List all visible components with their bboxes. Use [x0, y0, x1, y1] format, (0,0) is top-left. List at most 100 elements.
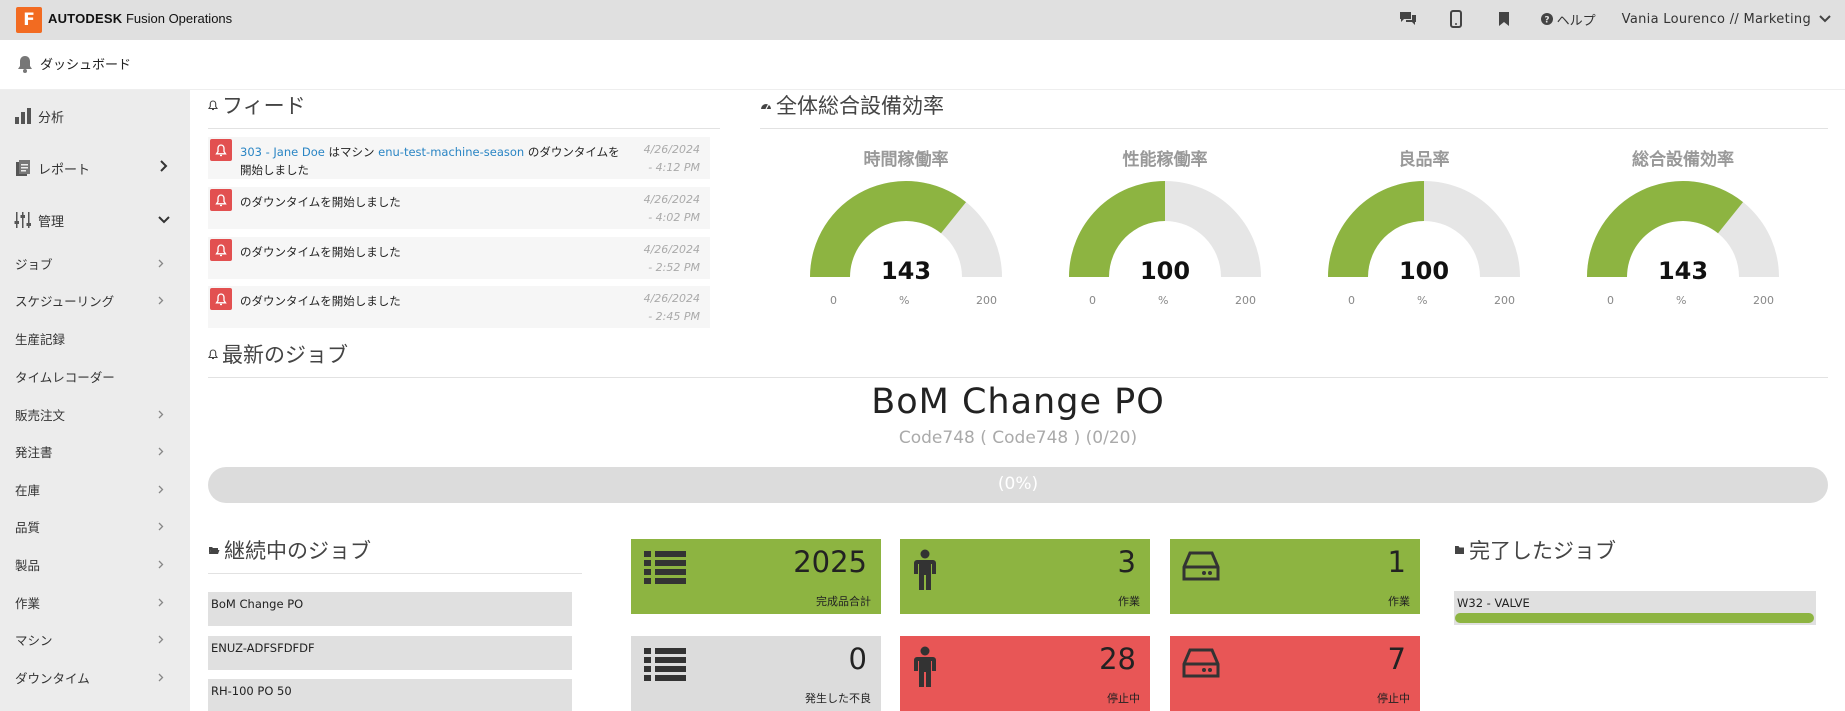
sidebar-subitem-jobs[interactable]: ジョブ	[0, 245, 190, 282]
gauge-title: 時間稼働率	[863, 150, 949, 170]
question-icon: ?	[1540, 13, 1553, 26]
brand-name[interactable]: AUTODESK Fusion Operations	[48, 11, 232, 26]
help-label: ヘルプ	[1556, 13, 1596, 29]
mobile-icon[interactable]	[1445, 8, 1467, 30]
feed-date-day: 4/26/2024	[643, 243, 700, 256]
bell-icon	[208, 348, 218, 359]
user-label: Vania Lourenco // Marketing	[1621, 11, 1811, 27]
tile-value: 3	[1117, 545, 1136, 579]
gauge-quality: 良品率 100 0 % 200	[1314, 145, 1534, 315]
bell-icon	[18, 55, 32, 73]
feed-date-day: 4/26/2024	[643, 193, 700, 206]
sidebar-subitem-downtime[interactable]: ダウンタイム	[0, 659, 190, 696]
sidebar-subitem-label: 在庫	[15, 483, 41, 498]
sidebar-item-report[interactable]: レポート	[0, 142, 190, 194]
help-link[interactable]: ? ヘルプ	[1540, 10, 1596, 29]
bell-icon	[208, 99, 218, 110]
ongoing-jobs-title: 継続中のジョブ	[224, 539, 371, 563]
tile-value: 1	[1387, 545, 1406, 579]
fusion-logo[interactable]: F	[16, 7, 42, 33]
gauge-min: 0	[1348, 294, 1355, 307]
sliders-icon	[14, 212, 31, 228]
operator-link[interactable]: 303 - Jane Doe	[240, 145, 325, 159]
person-icon	[914, 646, 936, 687]
ongoing-job-row[interactable]: ENUZ-ADFSFDFDF	[208, 636, 572, 670]
feed-item-date: 4/26/2024 - 2:45 PM	[644, 290, 700, 326]
sidebar-subitem-scheduling[interactable]: スケジューリング	[0, 282, 190, 319]
sidebar-subitem-label: 販売注文	[15, 408, 66, 423]
oee-heading: 全体総合設備効率	[760, 90, 1828, 129]
feed-date-time: - 4:12 PM	[648, 161, 700, 174]
sidebar-subitem-production-records[interactable]: 生産記録	[0, 320, 190, 357]
tile-label: 停止中	[1107, 692, 1140, 705]
tile-active-machines[interactable]: 1 作業	[1170, 539, 1420, 614]
sidebar-subitem-purchase-orders[interactable]: 発注書	[0, 433, 190, 470]
tile-label: 停止中	[1377, 692, 1410, 705]
chat-icon[interactable]	[1397, 8, 1419, 30]
gauge-oee: 総合設備効率 143 0 % 200	[1573, 145, 1793, 315]
sidebar-subitem-inventory[interactable]: 在庫	[0, 471, 190, 508]
feed-item-text: 303 - Jane Doe はマシン enu-test-machine-sea…	[240, 143, 620, 179]
sidebar-item-manage[interactable]: 管理	[0, 194, 190, 246]
folder-icon	[1455, 546, 1464, 554]
sidebar-subitem-machines[interactable]: マシン	[0, 621, 190, 658]
latest-job-title: 最新のジョブ	[222, 343, 348, 367]
tile-value: 2025	[793, 545, 867, 579]
tile-value: 28	[1099, 642, 1136, 676]
chevron-right-icon	[158, 259, 164, 268]
sidebar-subitem-operations[interactable]: 作業	[0, 584, 190, 621]
ongoing-jobs-heading: 継続中のジョブ	[208, 535, 582, 574]
completed-job-name: W32 - VALVE	[1457, 596, 1530, 610]
tile-value: 0	[848, 642, 867, 676]
machine-icon	[1182, 551, 1220, 581]
feed-date-time: - 2:52 PM	[648, 261, 700, 274]
chevron-right-icon	[158, 635, 164, 644]
feed-item: のダウンタイムを開始しました 4/26/2024 - 2:45 PM	[208, 286, 710, 328]
latest-job-name: BoM Change PO	[871, 382, 1165, 422]
feed-heading: フィード	[208, 90, 720, 129]
ongoing-job-row[interactable]: RH-100 PO 50	[208, 679, 572, 711]
latest-job-code: Code748 ( Code748 ) (0/20)	[898, 428, 1138, 448]
tile-active-operators[interactable]: 3 作業	[900, 539, 1150, 614]
sidebar-subitem-time-recorder[interactable]: タイムレコーダー	[0, 358, 190, 395]
tile-defects[interactable]: 0 発生した不良	[631, 636, 881, 711]
sidebar-subitem-label: 製品	[15, 558, 41, 573]
gauge-max: 200	[1494, 294, 1515, 307]
sidebar-subitem-quality[interactable]: 品質	[0, 508, 190, 545]
svg-text:?: ?	[1544, 16, 1549, 26]
gauge-min: 0	[1089, 294, 1096, 307]
chevron-right-icon	[158, 673, 164, 682]
feed-title: フィード	[222, 94, 306, 118]
sidebar-subitem-label: 作業	[15, 596, 41, 611]
sidebar-item-analysis[interactable]: 分析	[0, 90, 190, 142]
tile-total-products[interactable]: 2025 完成品合計	[631, 539, 881, 614]
user-menu[interactable]: Vania Lourenco // Marketing	[1622, 12, 1831, 27]
chevron-right-icon	[158, 296, 164, 305]
machine-link[interactable]: enu-test-machine-season	[378, 145, 524, 159]
chevron-right-icon	[158, 447, 164, 456]
gauge-performance: 性能稼働率 100 0 % 200	[1055, 145, 1275, 315]
sidebar-subitem-label: マシン	[15, 633, 53, 648]
bar-chart-icon	[15, 108, 31, 124]
tile-value: 7	[1387, 642, 1406, 676]
gauge-title: 総合設備効率	[1632, 150, 1734, 170]
bell-icon	[210, 139, 232, 161]
sidebar-subitem-label: ダウンタイム	[15, 671, 90, 686]
gauge-unit: %	[899, 294, 910, 307]
document-icon	[16, 160, 30, 176]
top-bar: F AUTODESK Fusion Operations ? ヘルプ Vania…	[0, 0, 1845, 40]
sidebar-subitem-products[interactable]: 製品	[0, 546, 190, 583]
ongoing-job-row[interactable]: BoM Change PO	[208, 592, 572, 626]
dashboard-title[interactable]: ダッシュボード	[16, 54, 131, 73]
chevron-right-icon	[158, 522, 164, 531]
sidebar-item-label: レポート	[38, 162, 91, 178]
dashboard-icon	[761, 104, 771, 110]
feed-item: 303 - Jane Doe はマシン enu-test-machine-sea…	[208, 137, 710, 179]
tile-stopped-operators[interactable]: 28 停止中	[900, 636, 1150, 711]
sidebar-subitem-sales-orders[interactable]: 販売注文	[0, 396, 190, 433]
sidebar-subitem-label: ジョブ	[15, 257, 53, 272]
feed-item: のダウンタイムを開始しました 4/26/2024 - 2:52 PM	[208, 237, 710, 279]
tile-stopped-machines[interactable]: 7 停止中	[1170, 636, 1420, 711]
bookmark-icon[interactable]	[1493, 8, 1515, 30]
gauge-unit: %	[1676, 294, 1687, 307]
